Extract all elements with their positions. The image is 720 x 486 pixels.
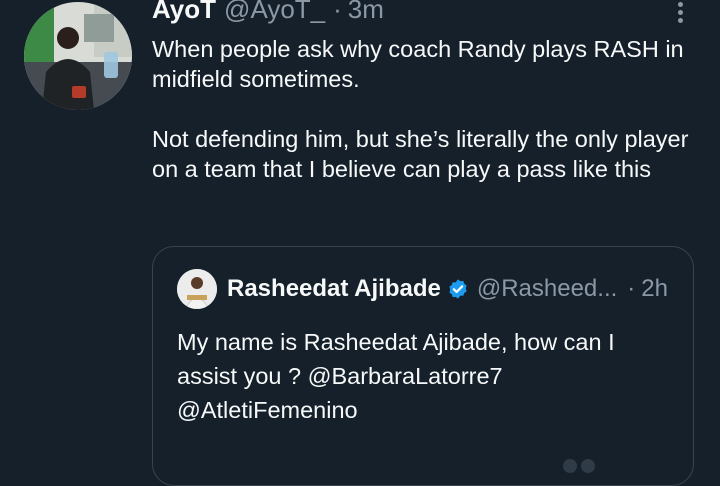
quoted-tweet-header: Rasheedat Ajibade @Rasheed... · 2h <box>177 269 668 309</box>
tweet-paragraph: When people ask why coach Randy plays RA… <box>152 36 684 92</box>
separator-dot: · <box>333 0 342 24</box>
tweet-paragraph: Not defending him, but she’s literally t… <box>152 126 689 182</box>
verified-badge-icon <box>449 279 467 299</box>
quoted-text-line: assist you ? @BarbaraLatorre7 <box>177 363 503 389</box>
quoted-author-name[interactable]: Rasheedat Ajibade <box>227 275 441 303</box>
more-vertical-icon[interactable] <box>672 0 688 24</box>
quoted-tweet-text: My name is Rasheedat Ajibade, how can I … <box>177 325 677 427</box>
author-handle[interactable]: @AyoT_ <box>224 0 325 25</box>
separator-dot: · <box>627 275 636 302</box>
author-avatar[interactable] <box>24 2 132 110</box>
quoted-author-avatar[interactable] <box>177 269 217 309</box>
tweet-text: When people ask why coach Randy plays RA… <box>152 34 697 184</box>
tweet-timestamp[interactable]: 3m <box>348 0 384 25</box>
quoted-text-line: My name is Rasheedat Ajibade, how can I <box>177 329 615 355</box>
quoted-media-edge <box>563 459 595 473</box>
quoted-tweet[interactable]: Rasheedat Ajibade @Rasheed... · 2h My na… <box>152 246 694 486</box>
quoted-text-line: @AtletiFemenino <box>177 397 358 423</box>
tweet-header: AyoT @AyoT_ · 3m <box>152 0 384 26</box>
quoted-author-handle[interactable]: @Rasheed... <box>477 275 617 303</box>
author-name[interactable]: AyoT <box>152 0 216 25</box>
quoted-tweet-timestamp[interactable]: 2h <box>641 275 668 303</box>
